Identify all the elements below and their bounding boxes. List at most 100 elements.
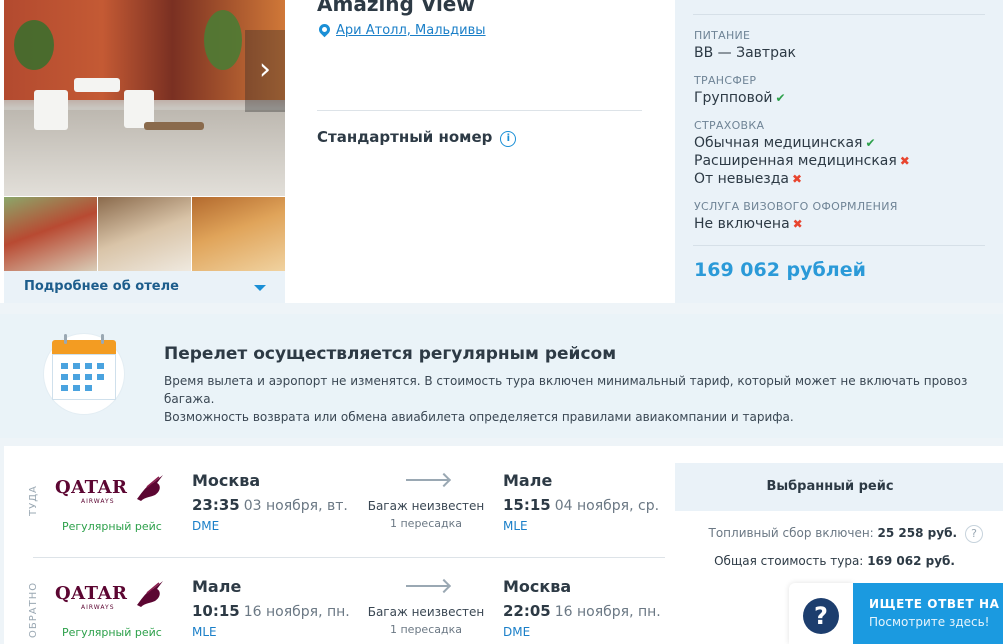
divider xyxy=(317,110,642,111)
departure-city: Москва xyxy=(192,471,261,490)
calendar-cell xyxy=(97,374,104,380)
flight-type: Регулярный рейс xyxy=(62,626,162,639)
fuel-surcharge: Топливный сбор включен: 25 258 руб. xyxy=(709,526,958,540)
departure-time: 10:15 16 ноября, пн. xyxy=(192,602,350,620)
hotel-thumbnail[interactable] xyxy=(98,197,191,271)
hotel-details-label: Подробнее об отеле xyxy=(24,279,179,294)
transfer-heading: ТРАНСФЕР xyxy=(694,74,757,87)
hotel-location-text: Ари Атолл, Мальдивы xyxy=(336,23,486,38)
fuel-surcharge-label: Топливный сбор включен: xyxy=(708,526,874,540)
question-icon[interactable]: ? xyxy=(965,525,983,543)
calendar-icon xyxy=(52,340,116,354)
insurance-item-label: Обычная медицинская xyxy=(694,135,863,151)
departure-airport-code[interactable]: MLE xyxy=(192,625,217,639)
calendar-grid xyxy=(52,354,116,400)
calendar-cell xyxy=(73,385,80,391)
hotel-thumbnail[interactable] xyxy=(192,197,285,271)
stops-info: 1 пересадка xyxy=(390,623,462,636)
departure-date: 03 ноября, вт. xyxy=(243,498,348,514)
arrow-right-icon xyxy=(406,585,448,587)
insurance-heading: СТРАХОВКА xyxy=(694,119,765,132)
calendar-ring xyxy=(64,334,67,344)
oryx-icon xyxy=(137,475,163,501)
calendar-cell xyxy=(61,374,68,380)
airline-logo-word: QATAR xyxy=(55,477,128,498)
help-widget[interactable]: ? ИЩЕТЕ ОТВЕТ НА ВО Посмотрите здесь! xyxy=(789,583,1003,644)
insurance-item: От невыезда ✖ xyxy=(694,171,802,187)
check-icon: ✔ xyxy=(865,136,876,150)
tour-total-label: Общая стоимость тура: xyxy=(714,554,864,568)
baggage-info: Багаж неизвестен xyxy=(367,499,485,513)
calendar-cell xyxy=(61,363,68,369)
stops-info: 1 пересадка xyxy=(390,517,462,530)
help-widget-banner[interactable]: ИЩЕТЕ ОТВЕТ НА ВО Посмотрите здесь! xyxy=(853,583,1003,644)
cross-icon: ✖ xyxy=(792,217,803,231)
hotel-main-photo[interactable] xyxy=(4,0,285,196)
notice-title: Перелет осуществляется регулярным рейсом xyxy=(164,344,617,364)
photo-plant xyxy=(204,10,242,70)
flight-type: Регулярный рейс xyxy=(62,520,162,533)
visa-heading: УСЛУГА ВИЗОВОГО ОФОРМЛЕНИЯ xyxy=(694,200,898,213)
check-icon: ✔ xyxy=(775,91,786,105)
direction-label-outbound: ТУДА xyxy=(28,485,39,516)
meal-heading: ПИТАНИЕ xyxy=(694,29,751,42)
transfer-value: Групповой ✔ xyxy=(694,90,786,106)
tour-options-sidebar: ПИТАНИЕ BB — Завтрак ТРАНСФЕР Групповой ✔… xyxy=(675,0,1003,303)
tour-total: Общая стоимость тура: 169 062 руб. xyxy=(714,554,955,568)
calendar-ring xyxy=(101,334,104,344)
question-mark-icon: ? xyxy=(803,598,839,634)
airline-logo-sub: AIRWAYS xyxy=(81,498,115,505)
selected-flight-header: Выбранный рейс xyxy=(675,463,1003,511)
arrow-right-icon xyxy=(406,479,448,481)
notice-line: Время вылета и аэропорт не изменятся. В … xyxy=(164,374,968,406)
cross-icon: ✖ xyxy=(792,172,803,186)
divider xyxy=(693,14,985,15)
calendar-cell xyxy=(85,385,92,391)
notice-line: Возможность возврата или обмена авиабиле… xyxy=(164,410,794,424)
chevron-down-icon xyxy=(254,285,266,291)
calendar-cell xyxy=(85,374,92,380)
visa-value-text: Не включена xyxy=(694,216,790,232)
airline-logo: QATAR AIRWAYS xyxy=(55,471,167,507)
meal-value: BB — Завтрак xyxy=(694,45,796,61)
arrival-time-value: 22:05 xyxy=(503,602,551,620)
divider xyxy=(693,245,985,246)
hotel-details-toggle[interactable]: Подробнее об отеле xyxy=(4,271,285,303)
insurance-item-label: От невыезда xyxy=(694,171,790,187)
tour-total-value: 169 062 руб. xyxy=(867,554,955,568)
arrival-airport-code[interactable]: DME xyxy=(503,625,530,639)
next-photo-button[interactable]: › xyxy=(245,30,285,112)
departure-date: 16 ноября, пн. xyxy=(243,604,350,620)
insurance-item: Расширенная медицинская ✖ xyxy=(694,153,910,169)
insurance-item: Обычная медицинская ✔ xyxy=(694,135,876,151)
hotel-location-link[interactable]: Ари Атолл, Мальдивы xyxy=(316,21,486,38)
airline-logo: QATAR AIRWAYS xyxy=(55,577,167,613)
fuel-surcharge-value: 25 258 руб. xyxy=(877,526,957,540)
airline-logo-sub: AIRWAYS xyxy=(81,604,115,611)
photo-plant xyxy=(14,20,54,70)
arrival-date: 16 ноября, пн. xyxy=(554,604,661,620)
map-pin-icon xyxy=(316,21,333,38)
selected-flight-label: Выбранный рейс xyxy=(766,479,894,494)
photo-table xyxy=(74,78,120,92)
arrival-city: Мале xyxy=(503,471,553,490)
hotel-card: › Подробнее об отеле Amazing View Ари Ат… xyxy=(0,0,1003,303)
oryx-icon xyxy=(137,581,163,607)
arrival-time: 22:05 16 ноября, пн. xyxy=(503,602,661,620)
calendar-cell xyxy=(61,385,68,391)
help-widget-subtitle: Посмотрите здесь! xyxy=(869,615,990,629)
info-icon[interactable]: i xyxy=(500,131,517,147)
calendar-cell xyxy=(85,363,92,369)
departure-time-value: 23:35 xyxy=(192,496,240,514)
room-type: Стандартный номер i xyxy=(317,128,517,147)
departure-airport-code[interactable]: DME xyxy=(192,519,219,533)
calendar-cell xyxy=(97,363,104,369)
arrival-time-value: 15:15 xyxy=(503,496,551,514)
help-widget-icon-area: ? xyxy=(789,583,853,644)
arrival-airport-code[interactable]: MLE xyxy=(503,519,528,533)
calendar-cell xyxy=(73,363,80,369)
baggage-info: Багаж неизвестен xyxy=(367,605,485,619)
hotel-thumbnail[interactable] xyxy=(4,197,97,271)
photo-chair xyxy=(34,90,68,130)
visa-value: Не включена ✖ xyxy=(694,216,803,232)
